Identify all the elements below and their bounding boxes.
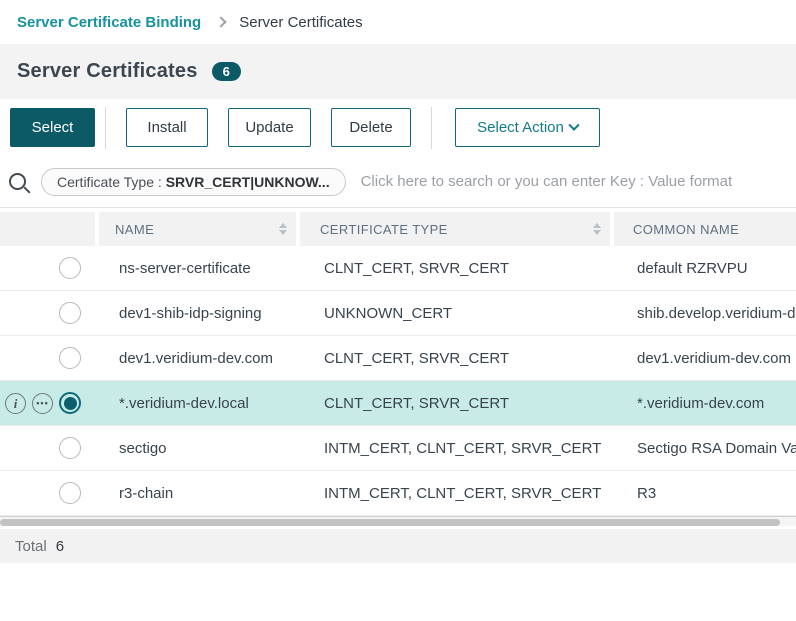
cell-certificate-type: UNKNOWN_CERT	[300, 305, 614, 322]
certificates-table: NAME CERTIFICATE TYPE COMMON NAME i ••• …	[0, 208, 796, 516]
filter-chip-value: SRVR_CERT|UNKNOW...	[166, 174, 330, 190]
table-row[interactable]: i ••• *.veridium-dev.local CLNT_CERT, SR…	[0, 381, 796, 426]
row-radio-button[interactable]	[59, 347, 81, 369]
row-radio-button[interactable]	[59, 437, 81, 459]
breadcrumb-current: Server Certificates	[239, 14, 362, 31]
breadcrumb-link-server-certificate-binding[interactable]: Server Certificate Binding	[17, 14, 201, 31]
filter-chip-key: Certificate Type :	[57, 174, 166, 190]
sort-icon[interactable]	[279, 223, 287, 235]
row-hover-actions: i •••	[5, 393, 53, 414]
horizontal-scrollbar-thumb[interactable]	[0, 519, 780, 526]
page-title: Server Certificates	[17, 60, 198, 83]
cell-name: r3-chain	[99, 485, 300, 502]
ellipsis-icon[interactable]: •••	[32, 393, 53, 414]
table-row[interactable]: i ••• dev1.veridium-dev.com CLNT_CERT, S…	[0, 336, 796, 381]
table-row[interactable]: i ••• r3-chain INTM_CERT, CLNT_CERT, SRV…	[0, 471, 796, 516]
cell-certificate-type: INTM_CERT, CLNT_CERT, SRVR_CERT	[300, 485, 614, 502]
row-radio-button[interactable]	[59, 257, 81, 279]
total-label: Total	[15, 538, 47, 555]
search-icon	[9, 173, 26, 190]
update-button[interactable]: Update	[228, 108, 311, 147]
cell-name: *.veridium-dev.local	[99, 395, 300, 412]
cell-common-name: shib.develop.veridium-dev.com	[614, 305, 796, 322]
delete-button[interactable]: Delete	[331, 108, 411, 147]
row-select-cell: i •••	[0, 471, 99, 515]
total-bar: Total 6	[0, 529, 796, 563]
row-radio-button[interactable]	[59, 392, 81, 414]
table-header-certificate-type[interactable]: CERTIFICATE TYPE	[300, 212, 610, 246]
cell-common-name: R3	[614, 485, 796, 502]
table-row[interactable]: i ••• dev1-shib-idp-signing UNKNOWN_CERT…	[0, 291, 796, 336]
title-band: Server Certificates 6	[0, 44, 796, 99]
table-row[interactable]: i ••• sectigo INTM_CERT, CLNT_CERT, SRVR…	[0, 426, 796, 471]
row-radio-button[interactable]	[59, 482, 81, 504]
select-action-dropdown[interactable]: Select Action	[455, 108, 600, 147]
row-radio-button[interactable]	[59, 302, 81, 324]
filter-chip[interactable]: Certificate Type : SRVR_CERT|UNKNOW...	[41, 168, 346, 196]
cell-certificate-type: CLNT_CERT, SRVR_CERT	[300, 395, 614, 412]
cell-common-name: Sectigo RSA Domain Validation Secure Ser…	[614, 440, 796, 457]
breadcrumb: Server Certificate Binding Server Certif…	[0, 0, 796, 44]
cell-name: dev1.veridium-dev.com	[99, 350, 300, 367]
table-row[interactable]: i ••• ns-server-certificate CLNT_CERT, S…	[0, 246, 796, 291]
row-select-cell: i •••	[0, 246, 99, 290]
select-action-label: Select Action	[477, 119, 564, 136]
select-button[interactable]: Select	[10, 108, 95, 147]
search-placeholder: Click here to search or you can enter Ke…	[361, 173, 733, 190]
search-bar[interactable]: Certificate Type : SRVR_CERT|UNKNOW... C…	[0, 156, 796, 208]
cell-common-name: *.veridium-dev.com	[614, 395, 796, 412]
toolbar: Select Install Update Delete Select Acti…	[0, 99, 796, 156]
table-header-row: NAME CERTIFICATE TYPE COMMON NAME	[0, 212, 796, 246]
total-value: 6	[56, 538, 64, 555]
toolbar-divider	[431, 107, 432, 149]
row-select-cell: i •••	[0, 336, 99, 380]
count-badge: 6	[212, 62, 241, 81]
cell-common-name: dev1.veridium-dev.com	[614, 350, 796, 367]
chevron-down-icon	[568, 119, 579, 130]
row-select-cell: i •••	[0, 381, 99, 425]
column-label-name: NAME	[115, 222, 154, 237]
toolbar-divider	[105, 107, 106, 149]
table-header-radio-column	[0, 212, 95, 246]
cell-certificate-type: CLNT_CERT, SRVR_CERT	[300, 260, 614, 277]
breadcrumb-chevron-icon	[216, 16, 227, 27]
table-header-common-name[interactable]: COMMON NAME	[614, 212, 796, 246]
cell-certificate-type: INTM_CERT, CLNT_CERT, SRVR_CERT	[300, 440, 614, 457]
horizontal-scrollbar	[0, 516, 796, 526]
cell-name: sectigo	[99, 440, 300, 457]
cell-common-name: default RZRVPU	[614, 260, 796, 277]
row-select-cell: i •••	[0, 291, 99, 335]
info-icon[interactable]: i	[5, 393, 26, 414]
table-body: i ••• ns-server-certificate CLNT_CERT, S…	[0, 246, 796, 516]
install-button[interactable]: Install	[126, 108, 208, 147]
column-label-certificate-type: CERTIFICATE TYPE	[320, 222, 448, 237]
cell-name: dev1-shib-idp-signing	[99, 305, 300, 322]
table-header-name[interactable]: NAME	[99, 212, 296, 246]
column-label-common-name: COMMON NAME	[633, 222, 739, 237]
row-select-cell: i •••	[0, 426, 99, 470]
cell-name: ns-server-certificate	[99, 260, 300, 277]
sort-icon[interactable]	[593, 223, 601, 235]
cell-certificate-type: CLNT_CERT, SRVR_CERT	[300, 350, 614, 367]
